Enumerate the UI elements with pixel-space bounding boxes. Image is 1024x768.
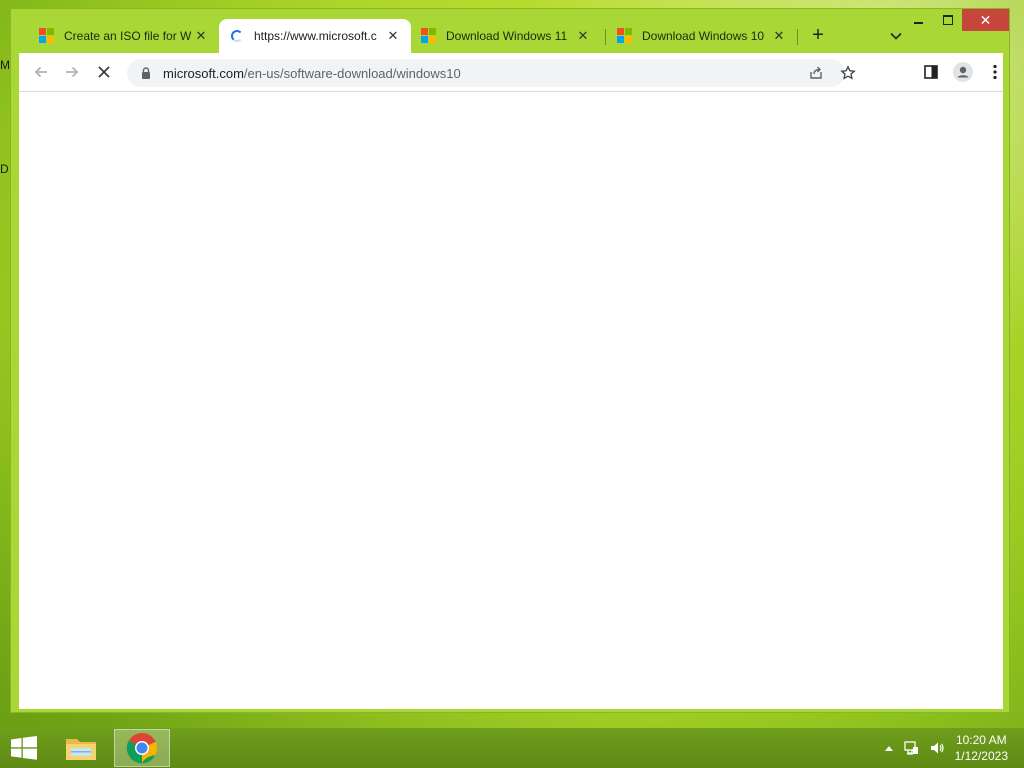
loading-spinner-icon [229,28,245,44]
network-button[interactable] [903,740,919,756]
kebab-menu-icon [993,64,997,80]
desktop-icon-label[interactable]: D [0,162,10,176]
close-window-button[interactable]: ✕ [962,9,1009,31]
taskbar-clock[interactable]: 10:20 AM 1/12/2023 [955,732,1008,764]
profile-button[interactable] [951,60,975,84]
system-tray: 10:20 AM 1/12/2023 [884,728,1024,768]
maximize-button[interactable] [933,9,962,31]
bookmark-button[interactable] [837,62,859,84]
close-tab-icon[interactable]: ✕ [193,28,209,44]
url-path: /en-us/software-download/windows10 [243,65,461,81]
tab-microsoft-loading[interactable]: https://www.microsoft.c ✕ [219,19,411,53]
start-button[interactable] [10,736,38,760]
close-tab-icon[interactable]: ✕ [385,28,401,44]
side-panel-button[interactable] [919,60,943,84]
browser-toolbar: microsoft.com/en-us/software-download/wi… [19,53,1003,92]
tab-title: Create an ISO file for W [64,29,192,43]
tab-download-windows-10[interactable]: Download Windows 10 ✕ [607,19,797,53]
star-icon [840,65,856,80]
url-host: microsoft.com [163,65,244,81]
tab-separator [605,29,606,45]
address-bar[interactable]: microsoft.com/en-us/software-download/wi… [127,59,856,87]
close-icon: ✕ [979,11,992,28]
folder-icon [66,739,96,760]
microsoft-logo-icon [617,28,633,44]
url-text[interactable]: microsoft.com/en-us/software-download/wi… [163,66,461,81]
share-icon [810,66,822,79]
microsoft-logo-icon [39,28,55,44]
side-panel-icon [924,65,938,79]
tab-title: Download Windows 11 [446,29,568,43]
tab-create-iso[interactable]: Create an ISO file for W ✕ [29,19,219,53]
speaker-icon [930,742,944,754]
chevron-down-icon [890,32,902,40]
microsoft-logo-icon [421,28,437,44]
chevron-up-icon [884,746,893,751]
taskbar: 10:20 AM 1/12/2023 [0,728,1024,768]
chrome-icon [126,733,158,764]
tab-separator [797,29,798,45]
forward-button[interactable] [60,60,84,84]
stop-loading-button[interactable] [92,60,116,84]
close-tab-icon[interactable]: ✕ [575,28,591,44]
new-tab-button[interactable]: + [805,25,831,47]
network-icon [903,741,918,755]
tab-search-button[interactable] [883,25,909,47]
forward-arrow-icon [66,66,79,78]
avatar-icon [953,62,973,82]
taskbar-file-explorer[interactable] [53,729,109,767]
tab-strip: Create an ISO file for W ✕ https://www.m… [21,19,921,53]
lock-icon [139,66,153,80]
windows-logo-icon [11,736,37,760]
tab-title: https://www.microsoft.c [254,29,377,43]
tab-download-windows-11[interactable]: Download Windows 11 ✕ [411,19,601,53]
back-arrow-icon [34,66,47,78]
browser-window: ✕ Create an ISO file for W ✕ https://www… [10,8,1010,713]
clock-time: 10:20 AM [955,733,1007,747]
taskbar-chrome[interactable] [114,729,170,767]
share-button[interactable] [805,62,827,84]
clock-date: 1/12/2023 [954,749,1008,763]
stop-icon [98,66,110,78]
show-hidden-icons-button[interactable] [884,745,893,751]
desktop-icon-label[interactable]: M [0,58,10,72]
menu-button[interactable] [983,60,1007,84]
maximize-icon [942,15,953,25]
close-tab-icon[interactable]: ✕ [771,28,787,44]
tab-title: Download Windows 10 [642,29,765,43]
back-button[interactable] [29,60,53,84]
page-content-area [19,92,1003,709]
volume-button[interactable] [929,740,945,756]
